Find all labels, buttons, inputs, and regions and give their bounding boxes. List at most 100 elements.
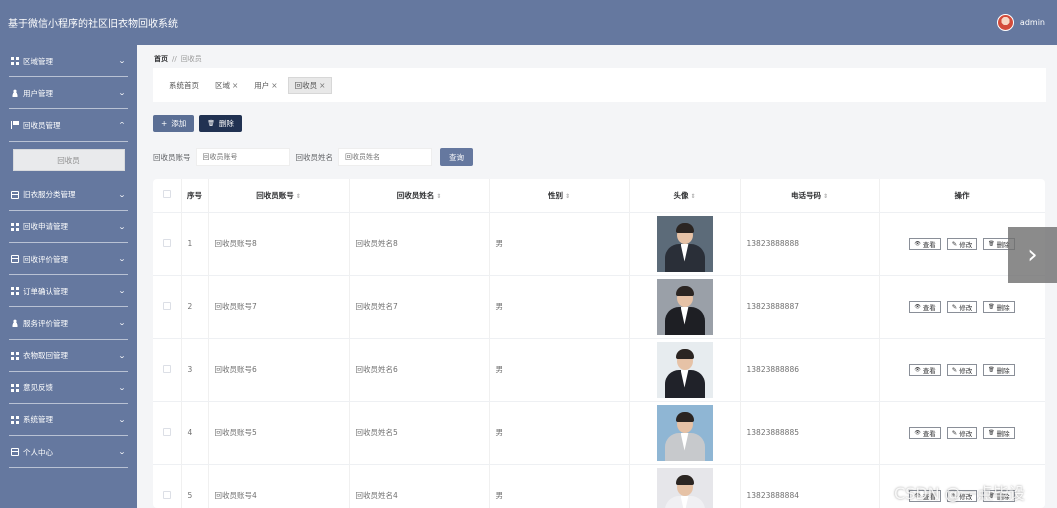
row-checkbox[interactable] — [162, 427, 171, 436]
sort-icon[interactable]: ⇕ — [823, 193, 828, 200]
header-account[interactable]: 回收员账号 ⇕ — [208, 179, 350, 213]
table-row[interactable]: 4 回收员账号5 回收员姓名5 男 13823888885 👁 查看 ✎ 修改 🗑 删除 — [153, 401, 1045, 465]
table-row[interactable]: 3 回收员账号6 回收员姓名6 男 13823888886 👁 查看 ✎ 修改 🗑 删除 — [153, 338, 1045, 402]
avatar-photo[interactable] — [656, 341, 713, 398]
table-row[interactable]: 1 回收员账号8 回收员姓名8 男 13823888888 👁 查看 ✎ 修改 🗑 删除 — [153, 212, 1045, 276]
chevron-icon: ⌄ — [117, 287, 127, 296]
username[interactable]: admin — [1020, 18, 1045, 27]
view-button[interactable]: 👁 查看 — [909, 426, 941, 439]
recycler-table: 序号 回收员账号 ⇕ 回收员姓名 ⇕ 性别 ⇕ 头像 ⇕ 电话号码 ⇕ 操作 1 回收员账号… — [153, 179, 1045, 508]
sort-icon[interactable]: ⇕ — [690, 193, 695, 200]
chevron-icon: ⌄ — [117, 190, 127, 199]
close-icon[interactable]: × — [271, 81, 277, 90]
select-all-checkbox[interactable] — [162, 190, 171, 199]
sidebar-item-label: 区域管理 — [23, 56, 53, 66]
batch-delete-button[interactable]: 🗑 删除 — [199, 115, 242, 132]
tab-tag[interactable]: 区域 × — [209, 77, 244, 94]
user-menu[interactable]: admin — [996, 14, 1045, 31]
row-checkbox[interactable] — [162, 364, 171, 373]
close-icon[interactable]: × — [232, 81, 238, 90]
row-select-cell[interactable] — [153, 338, 182, 402]
carousel-next-icon[interactable]: › — [1008, 227, 1057, 283]
cell-account: 回收员账号8 — [208, 212, 350, 276]
cell-name: 回收员姓名5 — [349, 401, 490, 465]
tab-tag[interactable]: 回收员 × — [287, 76, 333, 94]
close-icon[interactable]: × — [319, 81, 325, 90]
sidebar-item[interactable]: 回收申请管理 ⌄ — [0, 211, 137, 244]
cell-phone: 13823888886 — [740, 338, 880, 402]
sidebar-item[interactable]: 旧衣服分类管理 ⌄ — [0, 179, 137, 211]
header-avatar-label: 头像 — [673, 190, 689, 200]
sidebar-item[interactable]: 回收员管理 ⌃ — [0, 109, 137, 142]
cell-phone: 13823888888 — [740, 212, 880, 276]
sort-icon[interactable]: ⇕ — [565, 193, 570, 200]
chevron-icon: ⌄ — [117, 319, 127, 328]
view-label: 查看 — [922, 429, 936, 438]
edit-label: 修改 — [959, 429, 973, 438]
person-icon — [11, 319, 19, 328]
photo-hair — [675, 411, 694, 422]
query-button[interactable]: 查询 — [440, 148, 473, 166]
eye-icon: 👁 — [914, 366, 921, 373]
sidebar-item[interactable]: 区域管理 ⌄ — [0, 45, 137, 78]
row-select-cell[interactable] — [153, 212, 182, 276]
header-phone[interactable]: 电话号码 ⇕ — [740, 179, 880, 213]
chevron-icon: ⌄ — [117, 383, 127, 392]
sidebar-item-content: 订单确认管理 — [11, 286, 68, 297]
edit-button[interactable]: ✎ 修改 — [946, 237, 978, 250]
view-label: 查看 — [922, 303, 936, 312]
cell-name: 回收员姓名6 — [349, 338, 490, 402]
sort-icon[interactable]: ⇕ — [436, 193, 441, 200]
sidebar-item-content: 系统管理 — [11, 414, 53, 425]
cell-avatar — [629, 401, 741, 465]
view-button[interactable]: 👁 查看 — [909, 237, 941, 250]
sidebar-item[interactable]: 回收评价管理 ⌄ — [0, 243, 137, 276]
delete-button[interactable]: 🗑 删除 — [983, 300, 1015, 313]
tab-tag-label: 区域 — [215, 80, 230, 90]
row-checkbox[interactable] — [162, 238, 171, 247]
sidebar-item[interactable]: 订单确认管理 ⌄ — [0, 275, 137, 308]
sidebar-item-content: 回收员管理 — [11, 120, 61, 131]
sort-icon[interactable]: ⇕ — [296, 193, 301, 200]
header-ops: 操作 — [879, 179, 1045, 213]
add-button[interactable]: + 添加 — [153, 115, 195, 132]
sidebar-item[interactable]: 个人中心 ⌄ — [0, 436, 137, 469]
breadcrumb-home[interactable]: 首页 — [154, 54, 168, 64]
avatar-photo[interactable] — [656, 404, 713, 461]
row-select-cell[interactable] — [153, 275, 182, 339]
chevron-icon: ⌄ — [117, 255, 127, 264]
tab-tag[interactable]: 用户 × — [248, 77, 283, 94]
submenu-item-recycler[interactable]: 回收员 — [12, 149, 125, 172]
row-select-cell[interactable] — [153, 464, 182, 508]
header-avatar[interactable]: 头像 ⇕ — [629, 179, 741, 213]
header-gender[interactable]: 性别 ⇕ — [489, 179, 630, 213]
sidebar-item[interactable]: 服务评价管理 ⌄ — [0, 307, 137, 340]
delete-button[interactable]: 🗑 删除 — [983, 363, 1015, 376]
sidebar: 区域管理 ⌄ 用户管理 ⌄ 回收员管理 ⌃ 回收员 旧衣服分类管理 ⌄ 回收申请管理 ⌄ 回收评价管理… — [0, 45, 137, 508]
user-avatar[interactable] — [996, 14, 1014, 31]
table-row[interactable]: 2 回收员账号7 回收员姓名7 男 13823888887 👁 查看 ✎ 修改 🗑 删除 — [153, 275, 1045, 339]
edit-button[interactable]: ✎ 修改 — [946, 426, 978, 439]
header-name[interactable]: 回收员姓名 ⇕ — [349, 179, 490, 213]
select-all-cell[interactable] — [153, 179, 182, 213]
row-select-cell[interactable] — [153, 401, 182, 465]
sidebar-item[interactable]: 用户管理 ⌄ — [0, 77, 137, 110]
sidebar-item[interactable]: 意见反馈 ⌄ — [0, 372, 137, 405]
name-search-input[interactable] — [338, 148, 432, 166]
avatar-photo[interactable] — [656, 278, 713, 335]
avatar-photo[interactable] — [656, 467, 713, 508]
row-checkbox[interactable] — [162, 301, 171, 310]
sidebar-item[interactable]: 衣物取回管理 ⌄ — [0, 340, 137, 372]
account-search-input[interactable] — [195, 148, 290, 166]
cell-gender: 男 — [489, 275, 630, 339]
header-index: 序号 — [181, 179, 209, 213]
avatar-photo[interactable] — [656, 215, 713, 272]
tab-tag[interactable]: 系统首页 — [163, 77, 205, 94]
view-button[interactable]: 👁 查看 — [909, 300, 941, 313]
delete-button[interactable]: 🗑 删除 — [983, 426, 1015, 439]
row-checkbox[interactable] — [162, 490, 171, 499]
edit-button[interactable]: ✎ 修改 — [946, 300, 978, 313]
sidebar-item[interactable]: 系统管理 ⌄ — [0, 404, 137, 437]
view-button[interactable]: 👁 查看 — [909, 363, 941, 376]
edit-button[interactable]: ✎ 修改 — [946, 363, 978, 376]
